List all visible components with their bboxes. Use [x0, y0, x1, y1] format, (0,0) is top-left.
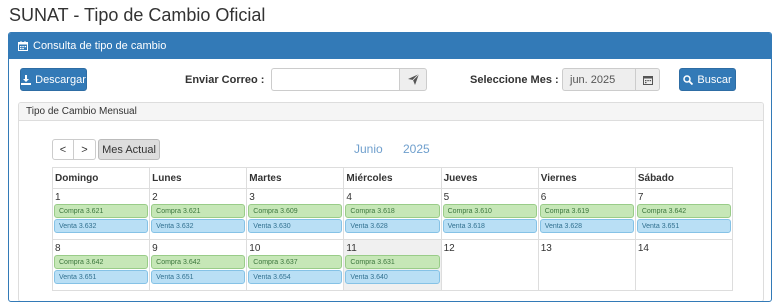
buy-rate-event[interactable]: Compra 3.631 — [345, 255, 440, 269]
sell-rate-event[interactable]: Venta 3.654 — [248, 270, 343, 284]
sell-rate-event[interactable]: Venta 3.628 — [345, 219, 440, 233]
month-label: Seleccione Mes : — [470, 74, 559, 86]
page-title: SUNAT - Tipo de Cambio Oficial — [9, 5, 266, 25]
weekday-header: Domingo — [51, 167, 151, 189]
search-button-label: Buscar — [697, 73, 732, 86]
paper-plane-icon — [407, 74, 419, 85]
calendar-day-cell[interactable]: 8 Compra 3.642 Venta 3.651 — [51, 239, 151, 291]
weekday-header: Miércoles — [343, 167, 442, 189]
weekday-header-row: Domingo Lunes Martes Miércoles Jueves Vi… — [51, 167, 734, 189]
calendar-day-cell[interactable]: 12 — [440, 239, 539, 291]
prev-month-button[interactable]: < — [52, 139, 74, 160]
search-button[interactable]: Buscar — [679, 68, 736, 91]
monthly-rate-heading: Tipo de Cambio Mensual — [19, 103, 763, 121]
buy-rate-event[interactable]: Compra 3.618 — [345, 204, 440, 218]
calendar-week-row: 8 Compra 3.642 Venta 3.651 9 Compra 3.642 Ven… — [51, 239, 734, 291]
weekday-header: Viernes — [537, 167, 636, 189]
current-month-button[interactable]: Mes Actual — [98, 139, 160, 160]
calendar-day-cell[interactable]: 7 Compra 3.642 Venta 3.651 — [634, 188, 734, 240]
buy-rate-event[interactable]: Compra 3.609 — [248, 204, 343, 218]
day-number: 14 — [637, 243, 649, 254]
sell-rate-event[interactable]: Venta 3.628 — [539, 219, 634, 233]
search-icon — [683, 74, 694, 85]
sell-rate-event[interactable]: Venta 3.632 — [54, 219, 149, 233]
sell-rate-event[interactable]: Venta 3.640 — [345, 270, 440, 284]
day-number: 7 — [637, 192, 644, 203]
buy-rate-event[interactable]: Compra 3.621 — [151, 204, 246, 218]
calendar-day-cell[interactable]: 4 Compra 3.618 Venta 3.628 — [343, 188, 442, 240]
sell-rate-event[interactable]: Venta 3.651 — [151, 270, 246, 284]
calendar-day-cell[interactable]: 3 Compra 3.609 Venta 3.630 — [246, 188, 345, 240]
buy-rate-event[interactable]: Compra 3.619 — [539, 204, 634, 218]
day-number: 10 — [249, 243, 261, 254]
download-icon — [21, 74, 32, 85]
day-number: 11 — [346, 243, 357, 254]
calendar-week-row: 1 Compra 3.621 Venta 3.632 2 Compra 3.621 Ven… — [51, 188, 734, 240]
send-email-button[interactable] — [399, 68, 427, 91]
calendar-day-cell[interactable]: 13 — [537, 239, 636, 291]
day-number: 8 — [55, 243, 61, 254]
sell-rate-event[interactable]: Venta 3.632 — [151, 219, 246, 233]
weekday-header: Martes — [246, 167, 345, 189]
calendar-day-cell[interactable]: 14 — [634, 239, 734, 291]
buy-rate-event[interactable]: Compra 3.621 — [54, 204, 149, 218]
sell-rate-event[interactable]: Venta 3.651 — [636, 219, 731, 233]
weekday-header: Jueves — [440, 167, 539, 189]
email-label: Enviar Correo : — [185, 74, 265, 86]
day-number: 5 — [443, 192, 450, 203]
calendar-day-cell[interactable]: 10 Compra 3.637 Venta 3.654 — [246, 239, 345, 291]
panel-heading-label: Consulta de tipo de cambio — [33, 40, 167, 52]
buy-rate-event[interactable]: Compra 3.610 — [442, 204, 537, 218]
day-number: 4 — [346, 192, 352, 203]
weekday-header: Lunes — [149, 167, 248, 189]
weekday-header: Sábado — [634, 167, 734, 189]
calendar-day-cell[interactable]: 2 Compra 3.621 Venta 3.632 — [149, 188, 248, 240]
sell-rate-event[interactable]: Venta 3.618 — [442, 219, 537, 233]
calendar-day-cell[interactable]: 6 Compra 3.619 Venta 3.628 — [537, 188, 636, 240]
calendar-year: 2025 — [403, 142, 430, 156]
buy-rate-event[interactable]: Compra 3.642 — [54, 255, 149, 269]
calendar-nav: < > Mes Actual — [52, 139, 160, 160]
day-number: 12 — [443, 243, 455, 254]
day-number: 3 — [249, 192, 255, 203]
buy-rate-event[interactable]: Compra 3.642 — [151, 255, 246, 269]
day-number: 9 — [152, 243, 158, 254]
month-picker-button[interactable] — [635, 68, 660, 91]
buy-rate-event[interactable]: Compra 3.637 — [248, 255, 343, 269]
calendar-grid: Domingo Lunes Martes Miércoles Jueves Vi… — [51, 167, 734, 291]
day-number: 13 — [540, 243, 552, 254]
buy-rate-event[interactable]: Compra 3.642 — [636, 204, 731, 218]
next-month-button[interactable]: > — [74, 139, 96, 160]
calendar-icon — [642, 75, 653, 85]
day-number: 1 — [55, 192, 61, 203]
month-field[interactable]: jun. 2025 — [562, 68, 636, 91]
email-field[interactable] — [271, 68, 400, 91]
monthly-rate-panel: Tipo de Cambio Mensual < > Mes Actual Ju… — [18, 102, 764, 301]
calendar-day-cell[interactable]: 5 Compra 3.610 Venta 3.618 — [440, 188, 539, 240]
download-button[interactable]: Descargar — [20, 68, 87, 91]
toolbar: Descargar Enviar Correo : Seleccione Mes… — [9, 59, 771, 107]
day-number: 2 — [152, 192, 158, 203]
sell-rate-event[interactable]: Venta 3.630 — [248, 219, 343, 233]
calendar-day-cell[interactable]: 1 Compra 3.621 Venta 3.632 — [51, 188, 151, 240]
exchange-rate-panel: Consulta de tipo de cambio Descargar Env… — [8, 32, 772, 302]
calendar-month-name: Junio — [354, 142, 383, 156]
day-number: 6 — [540, 192, 547, 203]
panel-heading: Consulta de tipo de cambio — [9, 33, 771, 59]
sell-rate-event[interactable]: Venta 3.651 — [54, 270, 149, 284]
calendar-day-cell[interactable]: 9 Compra 3.642 Venta 3.651 — [149, 239, 248, 291]
calendar-day-cell[interactable]: 11 Compra 3.631 Venta 3.640 — [343, 239, 442, 291]
download-button-label: Descargar — [35, 73, 86, 86]
calendar-icon — [18, 41, 28, 51]
